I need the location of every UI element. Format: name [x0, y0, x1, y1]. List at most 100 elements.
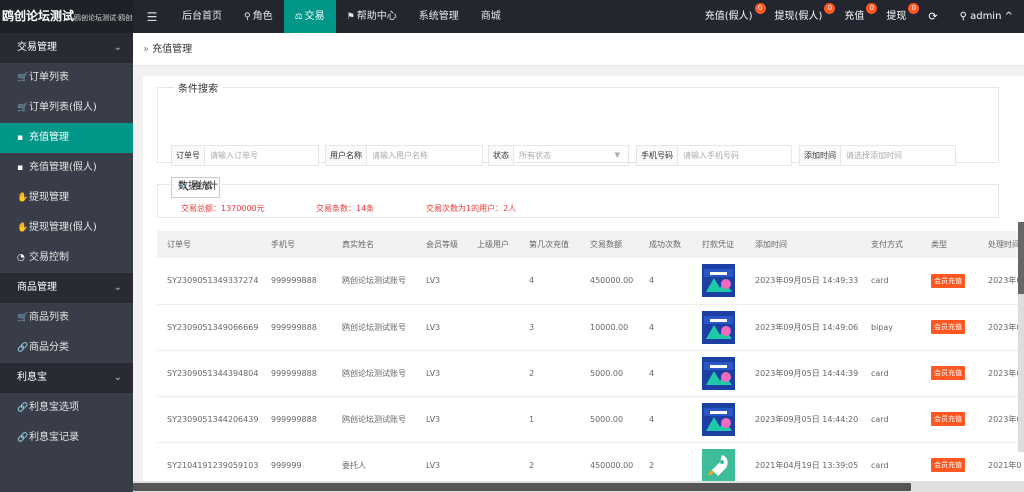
- sidebar-item-goods-list[interactable]: 🛒商品列表: [0, 303, 133, 333]
- sidebar-item-trade-control[interactable]: ◔ 交易控制: [0, 243, 133, 273]
- type-badge: 会员充值: [931, 412, 965, 426]
- pay-cell: bipay: [861, 304, 921, 351]
- top-bar: 鸥创论坛测试鸥创论坛测试·鸥创论坛测 ☰ 后台首页 ⚲角色 ⚖交易 ⚑帮助中心 …: [0, 0, 1024, 33]
- sidebar-item-recharge-fake[interactable]: ▪ 充值管理(假人): [0, 153, 133, 183]
- nav-home[interactable]: 后台首页: [171, 0, 233, 33]
- refresh-icon[interactable]: ⟳: [917, 0, 948, 33]
- user-name-field: 用户名称: [325, 145, 483, 166]
- order-cell: SY2309051349066669: [157, 304, 261, 351]
- col-header-parent: 上级用户: [467, 231, 519, 258]
- user-menu[interactable]: ⚲ admin ^: [949, 0, 1024, 33]
- chevron-down-icon: ⌄: [113, 282, 122, 293]
- level-cell: LV3: [416, 396, 467, 443]
- voucher-cell: [692, 350, 745, 397]
- pay-cell: card: [861, 350, 921, 397]
- rocket-voucher-image[interactable]: [702, 448, 735, 482]
- voucher-cell: [692, 396, 745, 443]
- top-right-menu: 充值(假人) 0 提现(假人) 0 充值 0 提现 0 ⟳ ⚲ admin ^: [694, 0, 1024, 33]
- top-nav: 后台首页 ⚲ 角色 ⚖ 交易 ⚑ 帮助中心 系统管理 商城: [171, 0, 512, 33]
- parent-cell: [467, 350, 519, 397]
- voucher-cell: [692, 258, 745, 305]
- type-badge: 会员充值: [931, 320, 965, 334]
- sidebar: 交易管理 ⌄ 🛒订单列表 🛒订单列表(假人) ▪ 充值管理 ▪ 充值管理(假人) ✋提…: [0, 33, 133, 492]
- phone-cell: 999999888: [261, 396, 332, 443]
- type-cell: 会员充值: [921, 350, 978, 397]
- nth-cell: 1: [519, 396, 580, 443]
- order-cell: SY2309051344206439: [157, 396, 261, 443]
- order-number-input[interactable]: [205, 146, 318, 165]
- status-field: 状态 所有状态 ▼: [488, 145, 629, 166]
- breadcrumb: » 充值管理: [133, 33, 1024, 66]
- add-time-input[interactable]: [841, 146, 955, 165]
- stat-count: 交易条数：14条: [316, 204, 375, 213]
- horizontal-scroll-thumb[interactable]: [133, 483, 911, 491]
- sidebar-item-interest-options[interactable]: 🔗利息宝选项: [0, 393, 133, 423]
- phone-cell: 999999888: [261, 350, 332, 397]
- vertical-scroll-thumb[interactable]: [1018, 222, 1024, 294]
- table-row: SY2309051344394804 999999888 鸥创论坛测试账号 LV3 2 5…: [157, 350, 1024, 397]
- nth-cell: 4: [519, 258, 580, 305]
- user-icon: ⚲: [244, 12, 251, 22]
- sidebar-item-interest-records[interactable]: 🔗利息宝记录: [0, 423, 133, 453]
- table-row: SY2309051349066669 999999888 鸥创论坛测试账号 LV3 3 1…: [157, 304, 1024, 351]
- recharge-fake-link[interactable]: 充值(假人) 0: [694, 0, 766, 33]
- amount-cell: 10000.00: [580, 304, 639, 351]
- recharge-table: 订单号 手机号 真实姓名 会员等级 上级用户 第几次充值 交易数额 成功次数 打…: [157, 231, 1024, 489]
- horizontal-scrollbar[interactable]: [133, 481, 1024, 492]
- recharge-link[interactable]: 充值 0: [833, 0, 878, 33]
- sidebar-item-goods-category[interactable]: 🔗商品分类: [0, 333, 133, 363]
- sidebar-group-goods[interactable]: 商品管理 ⌄: [0, 273, 133, 303]
- nav-system[interactable]: 系统管理: [408, 0, 470, 33]
- level-cell: LV3: [416, 350, 467, 397]
- parent-cell: [467, 258, 519, 305]
- withdraw-link[interactable]: 提现 0: [875, 0, 920, 33]
- nav-role[interactable]: ⚲ 角色: [233, 0, 284, 33]
- vertical-scrollbar[interactable]: [1018, 222, 1024, 452]
- menu-toggle-icon[interactable]: ☰: [133, 10, 171, 24]
- sidebar-item-orders[interactable]: 🛒订单列表: [0, 63, 133, 93]
- voucher-image[interactable]: [702, 356, 735, 390]
- time-cell: 2023年09月05日 14:49:06: [745, 304, 861, 351]
- col-header-phone: 手机号: [261, 231, 332, 258]
- table-row: SY2309051349337274 999999888 鸥创论坛测试账号 LV3 4 4…: [157, 258, 1024, 305]
- name-cell: 鸥创论坛测试账号: [332, 350, 416, 397]
- sidebar-item-recharge[interactable]: ▪ 充值管理: [0, 123, 133, 153]
- withdraw-fake-link[interactable]: 提现(假人) 0: [764, 0, 836, 33]
- nav-mall[interactable]: 商城: [470, 0, 512, 33]
- col-header-time: 添加时间: [745, 231, 861, 258]
- col-header-type: 类型: [921, 231, 978, 258]
- phone-cell: 999999888: [261, 304, 332, 351]
- link-icon: 🔗: [17, 343, 29, 353]
- nav-trade[interactable]: ⚖ 交易: [283, 0, 336, 33]
- order-cell: SY2309051344394804: [157, 350, 261, 397]
- sidebar-group-interest[interactable]: 利息宝 ⌄: [0, 363, 133, 393]
- type-cell: 会员充值: [921, 396, 978, 443]
- voucher-image[interactable]: [702, 264, 735, 298]
- voucher-image[interactable]: [702, 310, 735, 344]
- sidebar-group-trade[interactable]: 交易管理 ⌄: [0, 33, 133, 63]
- success-cell: 4: [639, 396, 692, 443]
- user-name-input[interactable]: [367, 146, 482, 165]
- nav-help[interactable]: ⚑ 帮助中心: [336, 0, 408, 33]
- sidebar-item-withdraw-fake[interactable]: ✋提现管理(假人): [0, 213, 133, 243]
- sidebar-item-withdraw[interactable]: ✋提现管理: [0, 183, 133, 213]
- phone-field: 手机号码: [636, 145, 792, 166]
- success-cell: 4: [639, 258, 692, 305]
- cart-icon: 🛒: [17, 73, 29, 83]
- add-time-field: 添加时间: [799, 145, 956, 166]
- link-icon: 🔗: [17, 433, 29, 443]
- status-select[interactable]: 所有状态 ▼: [514, 146, 628, 165]
- chat-icon: ▪: [17, 163, 24, 173]
- app-logo[interactable]: 鸥创论坛测试鸥创论坛测试·鸥创论坛测: [0, 0, 133, 33]
- type-cell: 会员充值: [921, 304, 978, 351]
- phone-input[interactable]: [678, 146, 791, 165]
- success-cell: 4: [639, 350, 692, 397]
- phone-cell: 999999888: [261, 258, 332, 305]
- table-row: SY2309051344206439 999999888 鸥创论坛测试账号 LV3 1 5…: [157, 396, 1024, 443]
- sidebar-item-orders-fake[interactable]: 🛒订单列表(假人): [0, 93, 133, 123]
- parent-cell: [467, 304, 519, 351]
- voucher-image[interactable]: [702, 402, 735, 436]
- name-cell: 鸥创论坛测试账号: [332, 304, 416, 351]
- name-cell: 鸥创论坛测试账号: [332, 396, 416, 443]
- order-cell: SY2309051349337274: [157, 258, 261, 305]
